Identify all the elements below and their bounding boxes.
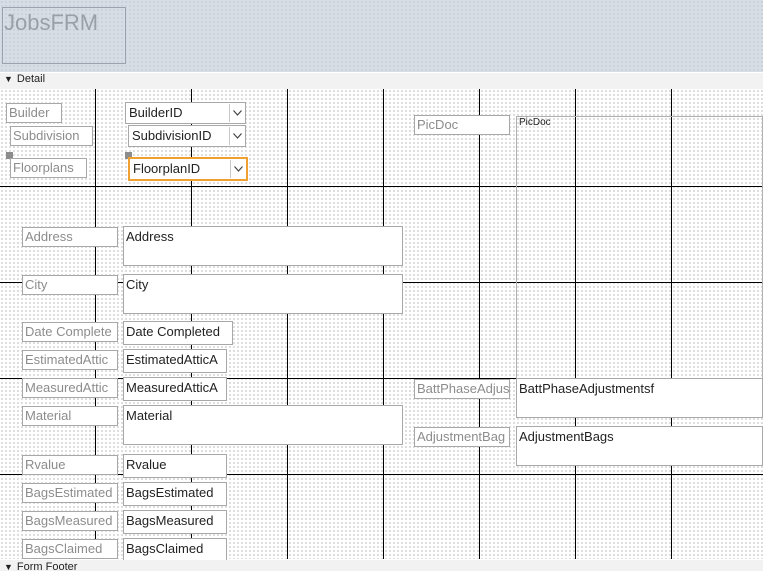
builder-label[interactable]: Builder bbox=[6, 103, 62, 123]
bags-measured-textbox[interactable]: BagsMeasured bbox=[123, 510, 227, 534]
form-footer-section-label: Form Footer bbox=[16, 561, 78, 573]
adjustment-bags-subform[interactable]: AdjustmentBags bbox=[516, 426, 763, 466]
grid-line bbox=[479, 89, 480, 559]
detail-section-label: Detail bbox=[16, 73, 46, 85]
chevron-down-icon[interactable] bbox=[229, 127, 244, 145]
batt-phase-label[interactable]: BattPhaseAdjus bbox=[414, 379, 510, 399]
bags-estimated-textbox[interactable]: BagsEstimated bbox=[123, 482, 227, 506]
floorplan-combo-value: FloorplanID bbox=[133, 161, 201, 176]
chevron-down-icon[interactable] bbox=[230, 160, 245, 178]
subdivision-label[interactable]: Subdivision bbox=[10, 126, 93, 146]
estimated-attic-textbox[interactable]: EstimatedAtticA bbox=[123, 349, 227, 373]
builder-combo-value: BuilderID bbox=[129, 105, 183, 120]
grid-line bbox=[383, 89, 384, 559]
picdoc-attachment-control[interactable]: PicDoc bbox=[516, 116, 763, 406]
address-textbox[interactable]: Address bbox=[123, 226, 403, 266]
section-collapse-icon: ▼ bbox=[4, 562, 13, 572]
form-title-label[interactable]: JobsFRM bbox=[2, 7, 126, 64]
material-textbox[interactable]: Material bbox=[123, 405, 403, 445]
bags-claimed-textbox[interactable]: BagsClaimed bbox=[123, 538, 227, 562]
adjustment-bags-label[interactable]: AdjustmentBag bbox=[414, 427, 510, 447]
bags-estimated-label[interactable]: BagsEstimated bbox=[22, 483, 118, 503]
date-completed-label[interactable]: Date Complete bbox=[22, 322, 118, 342]
material-label[interactable]: Material bbox=[22, 406, 118, 426]
city-label[interactable]: City bbox=[22, 275, 118, 295]
grid-line bbox=[287, 89, 288, 559]
batt-phase-subform[interactable]: BattPhaseAdjustmentsf bbox=[516, 378, 763, 418]
floorplans-label[interactable]: Floorplans bbox=[10, 158, 87, 178]
form-header-section[interactable]: JobsFRM bbox=[0, 0, 763, 72]
rvalue-textbox[interactable]: Rvalue bbox=[123, 454, 227, 478]
picdoc-label[interactable]: PicDoc bbox=[414, 115, 510, 135]
form-footer-section-bar[interactable]: ▼ Form Footer bbox=[0, 560, 763, 573]
picdoc-control-name: PicDoc bbox=[519, 117, 551, 128]
address-label[interactable]: Address bbox=[22, 227, 118, 247]
floorplan-combo[interactable]: FloorplanID bbox=[128, 157, 248, 181]
estimated-attic-label[interactable]: EstimatedAttic bbox=[22, 350, 118, 370]
detail-section[interactable]: Builder BuilderID Subdivision Subdivisio… bbox=[0, 89, 763, 562]
measured-attic-textbox[interactable]: MeasuredAtticA bbox=[123, 377, 227, 401]
bags-claimed-label[interactable]: BagsClaimed bbox=[22, 539, 118, 559]
rvalue-label[interactable]: Rvalue bbox=[22, 455, 118, 475]
subdivision-combo[interactable]: SubdivisionID bbox=[128, 125, 246, 147]
detail-section-bar[interactable]: ▼ Detail bbox=[0, 73, 763, 89]
measured-attic-label[interactable]: MeasuredAttic bbox=[22, 378, 118, 398]
date-completed-textbox[interactable]: Date Completed bbox=[123, 321, 233, 345]
builder-combo[interactable]: BuilderID bbox=[125, 102, 246, 124]
section-collapse-icon: ▼ bbox=[4, 74, 13, 84]
subdivision-combo-value: SubdivisionID bbox=[132, 128, 212, 143]
bags-measured-label[interactable]: BagsMeasured bbox=[22, 511, 118, 531]
chevron-down-icon[interactable] bbox=[229, 104, 244, 122]
city-textbox[interactable]: City bbox=[123, 274, 403, 314]
